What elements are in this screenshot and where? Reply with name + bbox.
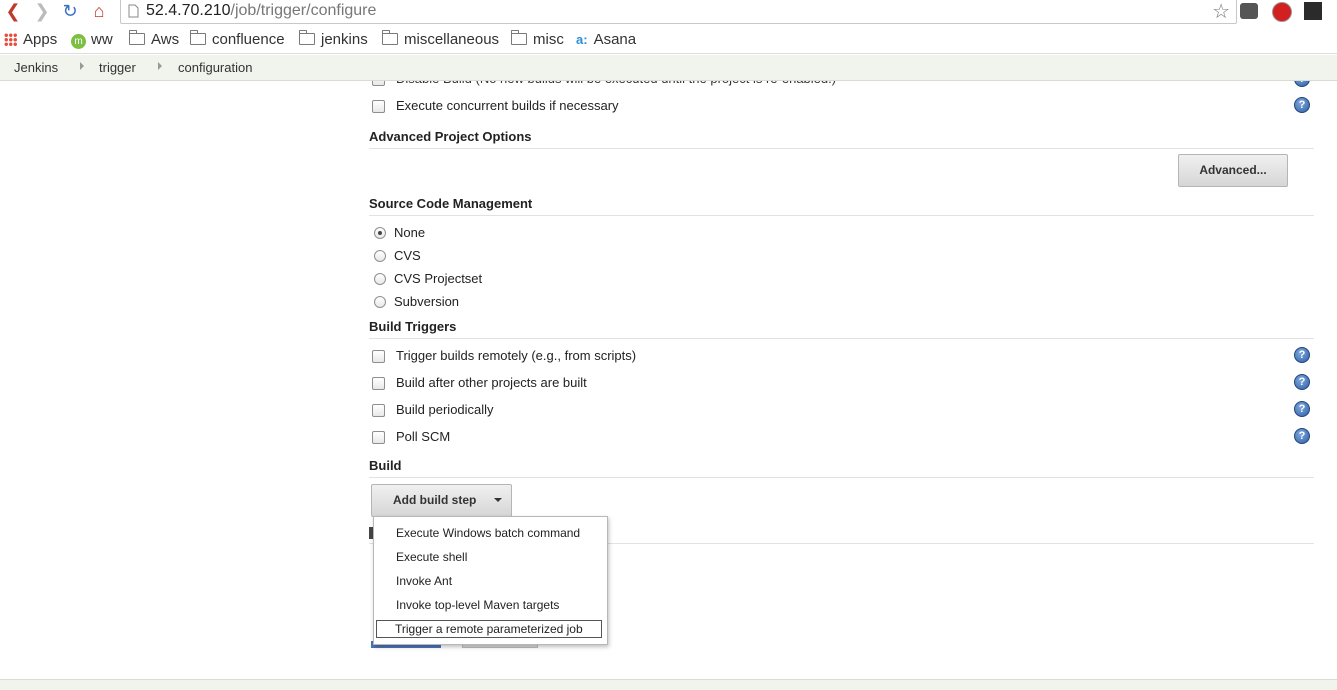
scm-label: Subversion (394, 294, 460, 309)
folder-icon (128, 30, 145, 45)
trigger-label: Build after other projects are built (396, 375, 587, 390)
breadcrumb-separator-icon (158, 62, 162, 70)
add-build-step-label: Add build step (393, 493, 477, 507)
section-source-code-management: Source Code Management (369, 196, 1314, 216)
pocket-icon[interactable] (1240, 3, 1258, 19)
ww-icon: m (71, 34, 86, 49)
bookmark-label: ww (91, 31, 113, 48)
add-build-step-button[interactable]: Add build step (371, 484, 512, 517)
bookmark-asana[interactable]: a: Asana (576, 30, 636, 50)
scm-label: CVS (394, 248, 421, 263)
bookmark-jenkins[interactable]: jenkins (298, 30, 368, 50)
concurrent-builds-checkbox[interactable] (372, 100, 385, 113)
bookmark-apps[interactable]: Apps (4, 30, 57, 50)
scm-label: None (394, 225, 426, 240)
trigger-label: Build periodically (396, 402, 494, 417)
adblock-icon[interactable] (1272, 2, 1292, 22)
folder-icon (298, 30, 315, 45)
section-advanced-project-options: Advanced Project Options (369, 129, 1314, 149)
scm-radio-none[interactable] (374, 227, 386, 239)
scm-radio-cvs-projectset[interactable] (374, 273, 386, 285)
page-footer (0, 679, 1337, 690)
bookmark-misc[interactable]: misc (510, 30, 564, 50)
help-icon[interactable]: ? (1294, 97, 1310, 113)
bookmark-label: miscellaneous (404, 31, 500, 48)
trigger-poll-scm-checkbox[interactable] (372, 431, 385, 444)
bookmark-label: confluence (212, 31, 285, 48)
bookmarks-bar: Apps m ww Aws confluence jenkins miscella… (0, 27, 1337, 54)
url-text: 52.4.70.210/job/trigger/configure (146, 1, 376, 21)
trigger-remote-checkbox[interactable] (372, 350, 385, 363)
trigger-label: Poll SCM (396, 429, 451, 444)
breadcrumb-jenkins[interactable]: Jenkins (14, 60, 58, 75)
breadcrumb-separator-icon (80, 62, 84, 70)
config-form: Disable Build (No new builds will be exe… (0, 81, 1337, 689)
advanced-button[interactable]: Advanced... (1178, 154, 1288, 187)
menu-item-windows-batch[interactable]: Execute Windows batch command (396, 525, 580, 541)
reload-icon[interactable]: ↻ (59, 0, 81, 24)
bookmark-label: Aws (151, 31, 180, 48)
folder-icon (510, 30, 527, 45)
help-icon[interactable]: ? (1294, 428, 1310, 444)
url-host: 52.4.70.210 (146, 2, 231, 19)
concurrent-builds-label: Execute concurrent builds if necessary (396, 98, 619, 113)
breadcrumb: Jenkins trigger configuration (0, 55, 1337, 81)
section-build: Build (369, 458, 1314, 478)
menu-item-trigger-remote-job[interactable]: Trigger a remote parameterized job (376, 620, 602, 638)
bookmark-aws[interactable]: Aws (128, 30, 180, 50)
folder-icon (189, 30, 206, 45)
bookmark-label: misc (533, 31, 564, 48)
url-path: /job/trigger/configure (230, 2, 377, 19)
section-build-triggers: Build Triggers (369, 319, 1314, 339)
home-icon[interactable]: ⌂ (88, 0, 110, 24)
trigger-periodically-checkbox[interactable] (372, 404, 385, 417)
bookmark-confluence[interactable]: confluence (189, 30, 285, 50)
apps-grid-icon (4, 33, 17, 46)
help-icon[interactable]: ? (1294, 374, 1310, 390)
menu-item-maven-targets[interactable]: Invoke top-level Maven targets (396, 597, 559, 613)
scm-radio-subversion[interactable] (374, 296, 386, 308)
asana-icon: a: (576, 32, 588, 47)
browser-toolbar: ❮ ❯ ↻ ⌂ 52.4.70.210/job/trigger/configur… (0, 0, 1337, 26)
help-icon[interactable]: ? (1294, 347, 1310, 363)
menu-item-execute-shell[interactable]: Execute shell (396, 549, 467, 565)
help-icon[interactable]: ? (1294, 81, 1310, 87)
bookmark-label: Asana (593, 31, 637, 48)
bookmark-ww[interactable]: m ww (71, 30, 113, 50)
bookmark-miscellaneous[interactable]: miscellaneous (381, 30, 500, 50)
back-icon[interactable]: ❮ (2, 0, 24, 24)
address-bar[interactable]: 52.4.70.210/job/trigger/configure ☆ (120, 0, 1237, 24)
breadcrumb-trigger[interactable]: trigger (99, 60, 136, 75)
scm-label: CVS Projectset (394, 271, 483, 286)
breadcrumb-configuration[interactable]: configuration (178, 60, 252, 75)
chevron-down-icon (494, 498, 502, 502)
help-icon[interactable]: ? (1294, 401, 1310, 417)
bookmark-label: jenkins (321, 31, 368, 48)
page-icon (128, 4, 139, 18)
bookmark-label: Apps (23, 31, 58, 48)
extension-icon[interactable] (1304, 2, 1322, 20)
menu-item-invoke-ant[interactable]: Invoke Ant (396, 573, 452, 589)
disable-build-label: Disable Build (No new builds will be exe… (396, 81, 836, 89)
scm-radio-cvs[interactable] (374, 250, 386, 262)
build-step-menu: Execute Windows batch command Execute sh… (373, 516, 608, 645)
star-icon[interactable]: ☆ (1212, 0, 1230, 24)
forward-icon[interactable]: ❯ (31, 0, 53, 24)
disable-build-checkbox[interactable] (372, 81, 385, 86)
trigger-label: Trigger builds remotely (e.g., from scri… (396, 348, 637, 363)
trigger-after-other-checkbox[interactable] (372, 377, 385, 390)
folder-icon (381, 30, 398, 45)
